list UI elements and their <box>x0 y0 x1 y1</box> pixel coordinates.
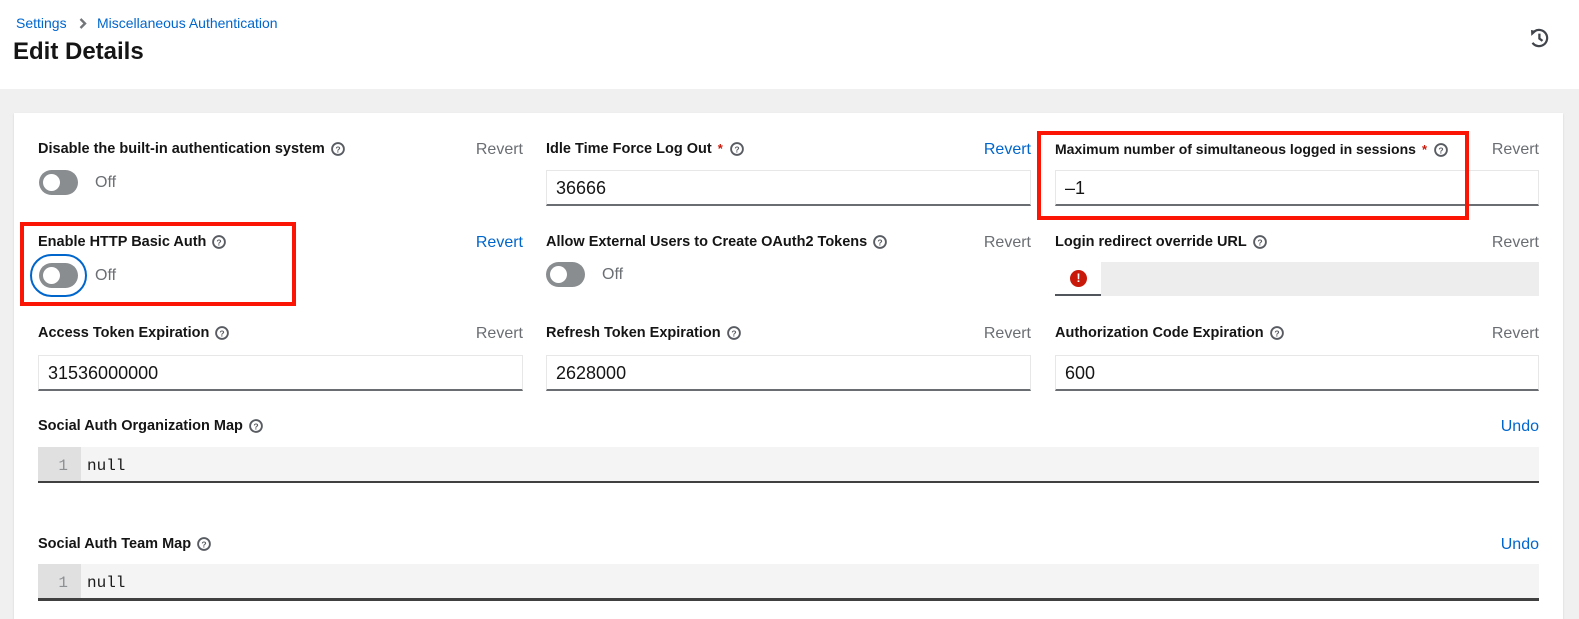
svg-text:?: ? <box>201 539 206 549</box>
svg-text:?: ? <box>335 144 340 154</box>
svg-text:?: ? <box>1257 237 1262 247</box>
svg-text:?: ? <box>731 328 736 338</box>
svg-text:?: ? <box>220 328 225 338</box>
svg-text:?: ? <box>878 237 883 247</box>
svg-text:?: ? <box>1274 328 1279 338</box>
svg-text:?: ? <box>734 144 739 154</box>
svg-text:?: ? <box>253 421 258 431</box>
